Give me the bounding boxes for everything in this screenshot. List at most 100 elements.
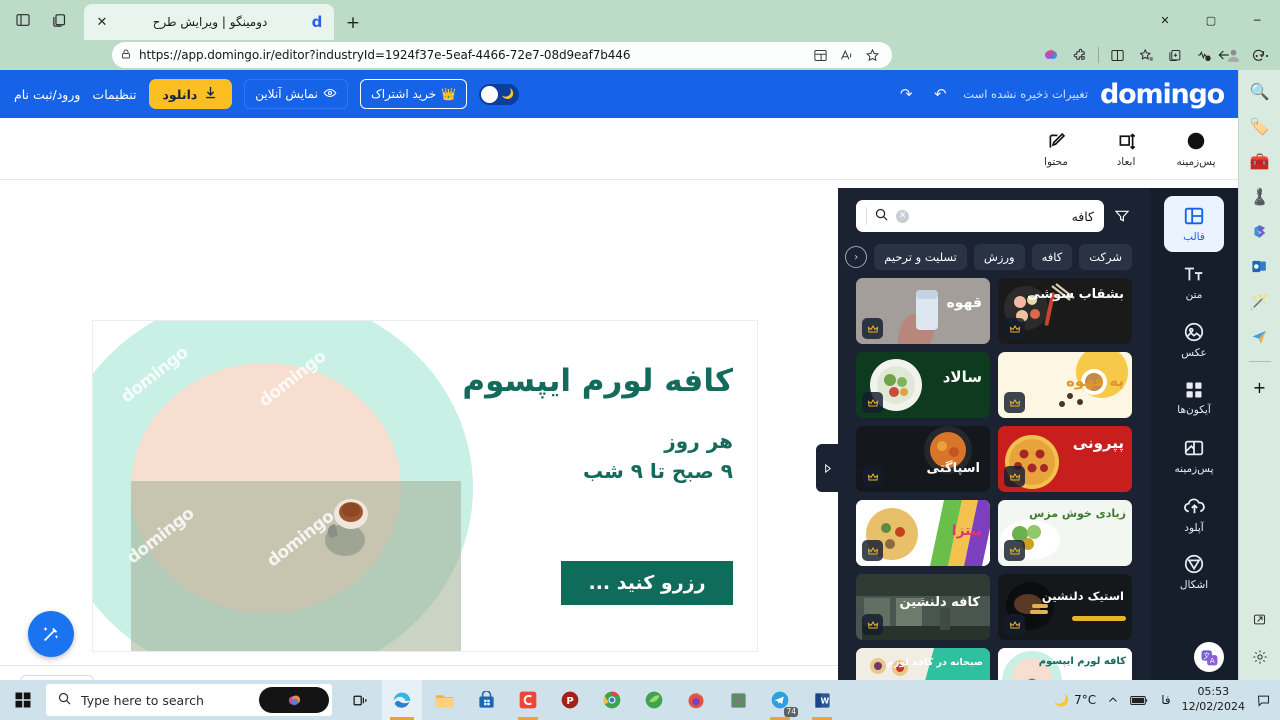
template-card[interactable]: پیتزا bbox=[856, 500, 990, 566]
subscribe-button[interactable]: 👑 خرید اشتراک bbox=[359, 79, 468, 109]
search-icon[interactable]: 🔍 bbox=[1245, 78, 1275, 104]
browser-tab[interactable]: d دومینگو | ویرایش طرح ✕ bbox=[84, 4, 334, 40]
tab-close-icon[interactable]: ✕ bbox=[92, 12, 112, 32]
gear-icon[interactable] bbox=[1245, 644, 1275, 670]
notification-icon[interactable] bbox=[1256, 693, 1271, 708]
design-banner[interactable]: domingo domingo domingo domingo کافه لور… bbox=[92, 320, 758, 652]
window-minimize-button[interactable]: ─ bbox=[1234, 0, 1280, 40]
tab-category-sherkat[interactable]: شرکت bbox=[1079, 244, 1132, 270]
pdf-app-icon[interactable]: P bbox=[550, 680, 590, 720]
games-icon[interactable]: ♟️ bbox=[1245, 183, 1275, 209]
tools-briefcase-icon[interactable]: 🧰 bbox=[1245, 148, 1275, 174]
template-card[interactable]: سالاد bbox=[856, 352, 990, 418]
telegram-icon[interactable]: 74 bbox=[760, 680, 800, 720]
extensions-icon[interactable] bbox=[1066, 41, 1094, 69]
panel-collapse-handle[interactable] bbox=[816, 444, 838, 492]
collections-add-icon[interactable] bbox=[1161, 41, 1189, 69]
split-screen-icon[interactable] bbox=[808, 44, 832, 66]
sidebar-item-image[interactable]: عکس bbox=[1164, 312, 1224, 368]
tab-category-cafe[interactable]: کافه bbox=[1031, 244, 1073, 270]
banner-title[interactable]: کافه لورم ایپسوم bbox=[462, 363, 733, 399]
banner-cta-button[interactable]: رزرو کنید ... bbox=[561, 561, 733, 605]
template-card[interactable]: قهوه bbox=[856, 278, 990, 344]
copilot-icon[interactable] bbox=[259, 687, 329, 713]
telegram-badge: 74 bbox=[784, 707, 798, 717]
weather-widget[interactable]: 🌙 7°C bbox=[1054, 693, 1096, 707]
tab-category-tasliat[interactable]: تسلیت و ترحیم bbox=[874, 244, 967, 270]
profile-avatar-icon[interactable] bbox=[1219, 41, 1247, 69]
firefox-icon[interactable] bbox=[676, 680, 716, 720]
send-icon[interactable] bbox=[1245, 323, 1275, 349]
crown-badge-icon bbox=[1004, 392, 1025, 413]
notepad-icon[interactable] bbox=[718, 680, 758, 720]
tabs-prev-arrow-icon[interactable]: ‹ bbox=[845, 246, 868, 268]
copilot-icon[interactable] bbox=[1037, 41, 1065, 69]
office-icon[interactable] bbox=[1245, 218, 1275, 244]
theme-toggle[interactable]: 🌙 bbox=[479, 83, 520, 105]
template-card[interactable]: یه قهوه bbox=[998, 352, 1132, 418]
photoshop-icon[interactable] bbox=[634, 680, 674, 720]
magic-wand-button[interactable] bbox=[28, 611, 74, 657]
sidebar-item-template[interactable]: قالب bbox=[1164, 196, 1224, 252]
chrome-icon[interactable] bbox=[592, 680, 632, 720]
template-card[interactable]: کافه دلنشین bbox=[856, 574, 990, 640]
template-card[interactable]: بشقاب سوشی bbox=[998, 278, 1132, 344]
outlook-icon[interactable] bbox=[1245, 253, 1275, 279]
browser-essentials-icon[interactable] bbox=[1103, 41, 1131, 69]
word-icon[interactable]: W bbox=[802, 680, 842, 720]
windows-start-icon[interactable] bbox=[0, 680, 46, 720]
download-button[interactable]: دانلود bbox=[148, 79, 233, 109]
file-explorer-icon[interactable] bbox=[424, 680, 464, 720]
settings-link[interactable]: تنظیمات bbox=[92, 87, 136, 102]
templates-search-box[interactable]: ✕ bbox=[856, 200, 1104, 232]
designer-icon[interactable]: 🪄 bbox=[1245, 288, 1275, 314]
template-card[interactable]: استیک دلنشین bbox=[998, 574, 1132, 640]
clear-icon[interactable]: ✕ bbox=[896, 209, 909, 223]
open-in-icon[interactable] bbox=[1245, 606, 1275, 632]
favorites-list-icon[interactable] bbox=[1132, 41, 1160, 69]
add-sidebar-app-icon[interactable]: + bbox=[1245, 374, 1275, 400]
tool-dimensions[interactable]: ابعاد bbox=[1102, 129, 1150, 168]
template-card[interactable]: اسپاگتی bbox=[856, 426, 990, 492]
tray-expand-icon[interactable] bbox=[1107, 694, 1119, 706]
translate-icon[interactable]: 文A bbox=[1194, 642, 1224, 672]
online-preview-button[interactable]: نمایش آنلاین bbox=[244, 79, 348, 109]
redo-icon[interactable]: ↷ bbox=[895, 83, 917, 105]
edge-icon[interactable] bbox=[382, 680, 422, 720]
microsoft-store-icon[interactable] bbox=[466, 680, 506, 720]
new-tab-button[interactable]: + bbox=[340, 10, 366, 36]
tab-category-varzesh[interactable]: ورزش bbox=[973, 244, 1025, 270]
sidebar-item-text[interactable]: متن bbox=[1164, 254, 1224, 310]
task-view-icon[interactable] bbox=[340, 680, 380, 720]
sidebar-item-shapes[interactable]: اشکال bbox=[1164, 544, 1224, 600]
address-bar[interactable]: https://app.domingo.ir/editor?industryId… bbox=[112, 42, 892, 68]
template-card[interactable]: پپرونی bbox=[998, 426, 1132, 492]
battery-icon[interactable] bbox=[1130, 694, 1150, 707]
favorite-star-icon[interactable] bbox=[860, 44, 884, 66]
tool-content[interactable]: محتوا bbox=[1032, 129, 1080, 168]
window-close-button[interactable]: ✕ bbox=[1142, 0, 1188, 40]
banner-subtitle-1[interactable]: هر روز bbox=[664, 429, 733, 453]
tab-collections-icon[interactable] bbox=[42, 4, 76, 36]
search-input[interactable] bbox=[916, 208, 1094, 224]
undo-icon[interactable]: ↶ bbox=[929, 83, 951, 105]
language-indicator[interactable]: فا bbox=[1161, 693, 1170, 707]
sidebar-item-upload[interactable]: آپلود bbox=[1164, 486, 1224, 542]
login-register-link[interactable]: ورود/ثبت نام bbox=[14, 87, 80, 102]
filter-icon[interactable] bbox=[1112, 206, 1132, 226]
taskbar-search-box[interactable]: Type here to search bbox=[46, 684, 332, 716]
sidebar-item-background[interactable]: پس‌زمینه bbox=[1164, 428, 1224, 484]
tool-background[interactable]: پس‌زمینه bbox=[1172, 129, 1220, 168]
search-icon[interactable] bbox=[874, 207, 889, 226]
taskbar-clock[interactable]: 05:53 12/02/2024 bbox=[1182, 685, 1245, 714]
vertical-tabs-icon[interactable] bbox=[6, 4, 40, 36]
browser-more-icon[interactable]: ⋯ bbox=[1248, 41, 1276, 69]
sidebar-item-icons[interactable]: آیکون‌ها bbox=[1164, 370, 1224, 426]
template-card[interactable]: زیادی خوش مزس bbox=[998, 500, 1132, 566]
shopping-tag-icon[interactable]: 🏷️ bbox=[1245, 113, 1275, 139]
camtasia-icon[interactable] bbox=[508, 680, 548, 720]
read-aloud-icon[interactable] bbox=[834, 44, 858, 66]
performance-icon[interactable] bbox=[1190, 41, 1218, 69]
banner-subtitle-2[interactable]: ۹ صبح تا ۹ شب bbox=[583, 459, 733, 483]
window-maximize-button[interactable]: ▢ bbox=[1188, 0, 1234, 40]
